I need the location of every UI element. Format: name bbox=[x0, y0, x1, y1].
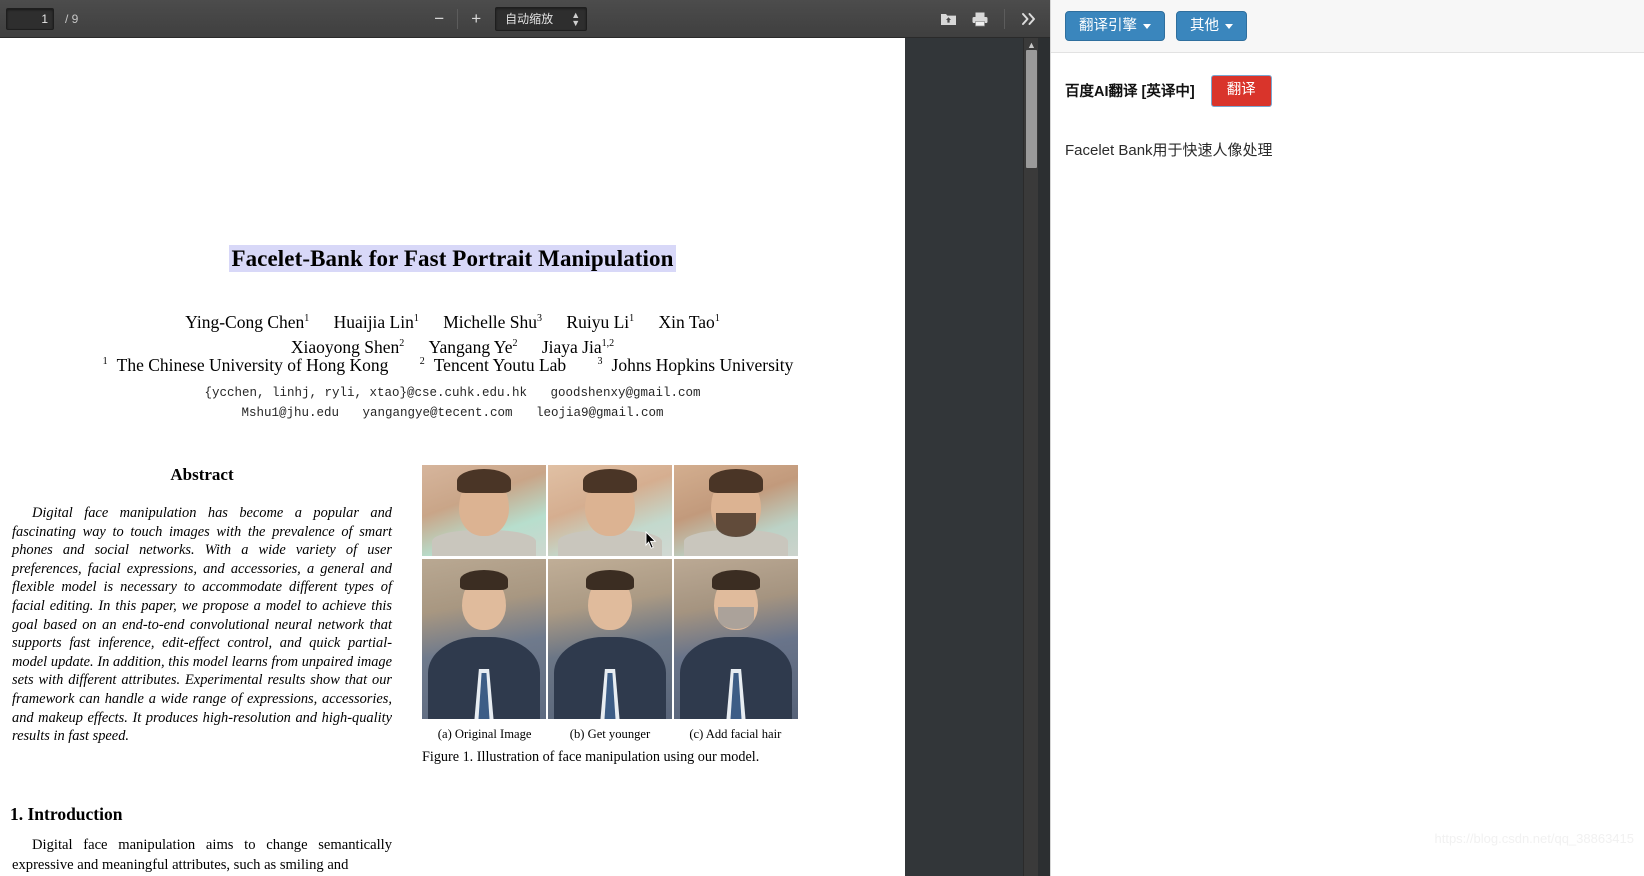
author-affil-marker: 2 bbox=[512, 337, 518, 349]
author: Yangang Ye2 bbox=[428, 336, 518, 357]
author: Xin Tao1 bbox=[658, 311, 720, 332]
viewer-right-edge bbox=[1038, 38, 1050, 876]
figure-caption: Figure 1. Illustration of face manipulat… bbox=[422, 749, 760, 765]
chevron-down-icon bbox=[1225, 23, 1233, 29]
author-row-1: Ying-Cong Chen1 Huaijia Lin1 Michelle Sh… bbox=[0, 308, 905, 333]
author: Ying-Cong Chen1 bbox=[185, 311, 310, 332]
figure-subcaption: (b) Get younger bbox=[569, 727, 651, 741]
figure-image-facialhair-headshot bbox=[674, 559, 798, 719]
watermark-text: https://blog.csdn.net/qq_38863415 bbox=[1434, 831, 1635, 846]
figure-image-younger-headshot bbox=[548, 559, 672, 719]
author: Michelle Shu3 bbox=[443, 311, 543, 332]
translate-engine-label: 翻译引擎 bbox=[1079, 17, 1137, 34]
pdf-viewer-pane: 1 / 9 − + 自动缩放 ▲ ▼ Facelet-Bank for Fast… bbox=[0, 0, 1050, 876]
translate-service-title: 百度AI翻译 [英译中] bbox=[1065, 84, 1195, 101]
abstract-heading: Abstract bbox=[170, 465, 234, 484]
page-total-label: / 9 bbox=[65, 11, 79, 26]
abstract-body: Digital face manipulation has become a p… bbox=[12, 505, 392, 745]
affiliation-list: 1 The Chinese University of Hong Kong 2 Te… bbox=[0, 355, 905, 376]
email: goodshenxy@gmail.com bbox=[550, 386, 701, 400]
zoom-level-value: 自动缩放 bbox=[505, 12, 554, 26]
more-tools-button[interactable] bbox=[1016, 6, 1042, 32]
author-affil-marker: 1 bbox=[629, 313, 635, 324]
email-list: {ycchen, linhj, ryli, xtao}@cse.cuhk.edu… bbox=[0, 383, 905, 423]
author-row-2: Xiaoyong Shen2 Yangang Ye2 Jiaya Jia1,2 bbox=[0, 333, 905, 358]
printer-icon bbox=[972, 12, 988, 26]
author: Huaijia Lin1 bbox=[333, 311, 419, 332]
zoom-out-button[interactable]: − bbox=[426, 6, 452, 32]
toolbar-divider bbox=[457, 8, 459, 29]
figure-image-facialhair-selfie bbox=[674, 465, 798, 556]
figure-image-original-selfie bbox=[422, 465, 546, 556]
translate-action-button[interactable]: 翻译 bbox=[1210, 75, 1272, 107]
author-affil-marker: 3 bbox=[537, 313, 543, 324]
paper-title-text: Facelet-Bank for Fast Portrait Manipulat… bbox=[229, 245, 676, 272]
author-affil-marker: 1 bbox=[304, 313, 310, 324]
author-affil-marker: 1,2 bbox=[601, 337, 615, 349]
author-affil-marker: 1 bbox=[714, 313, 720, 324]
affiliation: 1 The Chinese University of Hong Kong bbox=[102, 355, 389, 375]
figure-subcaptions: (a) Original Image (b) Get younger (c) A… bbox=[422, 727, 798, 742]
author: Jiaya Jia1,2 bbox=[541, 336, 615, 357]
section-body-introduction: Digital face manipulation aims to change… bbox=[12, 837, 392, 873]
author-affil-marker: 1 bbox=[413, 313, 419, 324]
zoom-in-button[interactable]: + bbox=[463, 6, 489, 32]
translate-toolbar: 翻译引擎 其他 bbox=[1051, 0, 1644, 53]
save-button[interactable] bbox=[935, 6, 961, 32]
zoom-level-select[interactable]: 自动缩放 ▲ ▼ bbox=[495, 6, 588, 31]
pdf-viewer-canvas[interactable]: Facelet-Bank for Fast Portrait Manipulat… bbox=[0, 38, 1050, 876]
translate-panel: 翻译引擎 其他 百度AI翻译 [英译中] 翻译 Facelet Bank用于快速… bbox=[1050, 0, 1644, 876]
email: {ycchen, linhj, ryli, xtao}@cse.cuhk.edu… bbox=[204, 386, 527, 400]
affiliation: 2 Tencent Youtu Lab bbox=[419, 355, 567, 375]
author-list: Ying-Cong Chen1 Huaijia Lin1 Michelle Sh… bbox=[0, 308, 905, 358]
figure-image-original-headshot bbox=[422, 559, 546, 719]
toolbar-right-group bbox=[935, 6, 1044, 32]
translated-text: Facelet Bank用于快速人像处理 bbox=[1065, 141, 1273, 159]
section-heading-introduction: 1. Introduction bbox=[10, 804, 123, 824]
save-download-icon bbox=[940, 13, 956, 25]
other-options-button[interactable]: 其他 bbox=[1176, 10, 1247, 42]
figure-1: (a) Original Image (b) Get younger (c) A… bbox=[422, 465, 798, 766]
translate-header: 百度AI翻译 [英译中] 翻译 bbox=[1051, 53, 1644, 107]
pdf-page-1: Facelet-Bank for Fast Portrait Manipulat… bbox=[0, 38, 905, 876]
print-button[interactable] bbox=[967, 6, 993, 32]
figure-row-selfies bbox=[422, 465, 798, 556]
figure-subcaption: (a) Original Image bbox=[437, 727, 532, 741]
paper-content: Facelet-Bank for Fast Portrait Manipulat… bbox=[0, 38, 905, 876]
double-chevron-right-icon bbox=[1022, 12, 1035, 25]
email-row-2: Mshu1@jhu.edu yangangye@tecent.com leoji… bbox=[0, 403, 905, 423]
email: Mshu1@jhu.edu bbox=[241, 406, 339, 420]
paper-title: Facelet-Bank for Fast Portrait Manipulat… bbox=[0, 245, 905, 272]
pdf-toolbar: 1 / 9 − + 自动缩放 ▲ ▼ bbox=[0, 0, 1050, 38]
mouse-cursor bbox=[645, 531, 657, 549]
toolbar-left-group: 1 / 9 bbox=[6, 7, 79, 30]
figure-subcaption: (c) Add facial hair bbox=[689, 727, 782, 741]
author: Ruiyu Li1 bbox=[566, 311, 635, 332]
application-window: 1 / 9 − + 自动缩放 ▲ ▼ Facelet-Bank for Fast… bbox=[0, 0, 1644, 876]
figure-row-headshots bbox=[422, 559, 798, 719]
scrollbar-thumb[interactable] bbox=[1026, 50, 1037, 168]
chevron-updown-icon: ▲ ▼ bbox=[571, 9, 581, 28]
vertical-scrollbar[interactable]: ▲ bbox=[1023, 38, 1038, 876]
page-number-input[interactable]: 1 bbox=[6, 7, 54, 30]
other-options-label: 其他 bbox=[1190, 17, 1219, 34]
email: leojia9@gmail.com bbox=[536, 406, 664, 420]
chevron-down-icon bbox=[1143, 23, 1151, 29]
author: Xiaoyong Shen2 bbox=[290, 336, 405, 357]
email-row-1: {ycchen, linhj, ryli, xtao}@cse.cuhk.edu… bbox=[0, 383, 905, 403]
email: yangangye@tecent.com bbox=[362, 406, 513, 420]
toolbar-divider-2 bbox=[1004, 8, 1005, 29]
author-affil-marker: 2 bbox=[399, 337, 405, 349]
affiliation: 3 Johns Hopkins University bbox=[597, 355, 794, 375]
translate-engine-button[interactable]: 翻译引擎 bbox=[1065, 10, 1165, 42]
